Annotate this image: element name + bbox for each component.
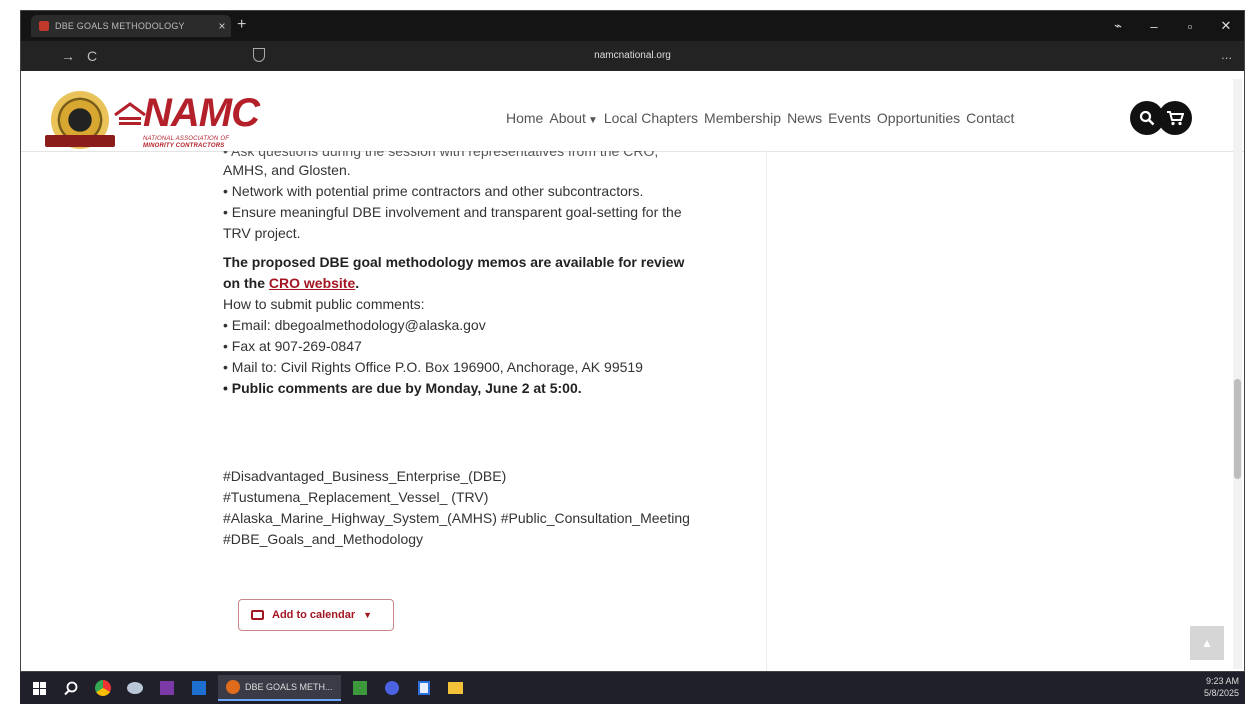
list-item: • Mail to: Civil Rights Office P.O. Box … bbox=[223, 359, 643, 375]
outlook-icon[interactable] bbox=[186, 675, 212, 701]
bullet-list-1: AMHS, and Glosten. • Network with potent… bbox=[223, 160, 682, 244]
page-scrollbar[interactable] bbox=[1233, 79, 1242, 669]
browser-extension-icon[interactable]: ⌁ bbox=[1100, 18, 1136, 34]
memo-notice-line1: The proposed DBE goal methodology memos … bbox=[223, 254, 685, 270]
list-item: AMHS, and Glosten. bbox=[223, 162, 351, 178]
hashtag: #DBE_Goals_and_Methodology bbox=[223, 531, 424, 547]
hashtag: #Alaska_Marine_Highway_System_(AMHS) #Pu… bbox=[223, 510, 690, 526]
back-to-top-button[interactable]: ▲ bbox=[1190, 626, 1224, 660]
due-date-line: • Public comments are due by Monday, Jun… bbox=[223, 380, 582, 396]
chevron-down-icon: ▼ bbox=[587, 115, 598, 126]
list-item: TRV project. bbox=[223, 225, 301, 241]
system-clock[interactable]: 9:23 AM 5/8/2025 bbox=[1204, 675, 1239, 699]
namc-logo-mark-icon[interactable] bbox=[113, 101, 147, 129]
memo-prefix: on the bbox=[223, 275, 269, 291]
nav-contact[interactable]: Contact bbox=[966, 110, 1014, 126]
taskbar-search-icon[interactable] bbox=[58, 675, 84, 701]
list-item: • Fax at 907-269-0847 bbox=[223, 338, 362, 354]
window-controls: ⌁ – ▫ ✕ bbox=[1100, 11, 1244, 41]
hashtag-list: #Disadvantaged_Business_Enterprise_(DBE)… bbox=[223, 466, 690, 550]
page-viewport: NAMC NATIONAL ASSOCIATION OF MINORITY CO… bbox=[21, 71, 1244, 671]
hashtag: #Tustumena_Replacement_Vessel_ (TRV) bbox=[223, 489, 489, 505]
browser-app-icon bbox=[226, 680, 240, 694]
taskbar-app-label: DBE GOALS METH... bbox=[245, 682, 333, 692]
windows-start-icon[interactable] bbox=[26, 675, 52, 701]
browser-menu-icon[interactable]: ... bbox=[1221, 47, 1232, 62]
close-window-button[interactable]: ✕ bbox=[1208, 18, 1244, 34]
browser-window: DBE GOALS METHODOLOGY × + ⌁ – ▫ ✕ → C na… bbox=[20, 10, 1245, 672]
photos-icon[interactable] bbox=[347, 675, 373, 701]
clock-time: 9:23 AM bbox=[1205, 676, 1239, 686]
nav-about[interactable]: About ▼ bbox=[549, 110, 598, 126]
clock-date: 5/8/2025 bbox=[1203, 688, 1239, 698]
tab-title: DBE GOALS METHODOLOGY bbox=[55, 21, 185, 31]
nav-local-chapters[interactable]: Local Chapters bbox=[604, 110, 698, 126]
add-to-calendar-button[interactable]: Add to calendar ▼ bbox=[238, 599, 394, 631]
address-bar: → C namcnational.org ... bbox=[21, 41, 1244, 71]
arrow-up-icon: ▲ bbox=[1201, 636, 1213, 650]
site-favicon-icon bbox=[39, 21, 49, 31]
new-tab-button[interactable]: + bbox=[237, 16, 246, 34]
cart-icon bbox=[1167, 111, 1184, 126]
memo-suffix: . bbox=[355, 275, 360, 291]
maximize-button[interactable]: ▫ bbox=[1172, 19, 1208, 34]
cortana-icon[interactable] bbox=[379, 675, 405, 701]
main-nav: Home About ▼ Local Chapters Membership Ne… bbox=[506, 110, 1014, 126]
url-field[interactable]: namcnational.org bbox=[21, 50, 1244, 61]
nav-membership[interactable]: Membership bbox=[704, 110, 781, 126]
minimize-button[interactable]: – bbox=[1136, 19, 1172, 34]
site-header: NAMC NATIONAL ASSOCIATION OF MINORITY CO… bbox=[21, 71, 1244, 152]
cro-website-link[interactable]: CRO website bbox=[269, 275, 355, 291]
add-to-calendar-label: Add to calendar bbox=[272, 609, 356, 621]
tab-bar: DBE GOALS METHODOLOGY × + ⌁ – ▫ ✕ bbox=[21, 11, 1244, 41]
nav-about-label: About bbox=[549, 110, 586, 126]
windows-taskbar: DBE GOALS METH... 9:23 AM 5/8/2025 bbox=[20, 672, 1245, 704]
comment-instructions: The proposed DBE goal methodology memos … bbox=[223, 252, 684, 399]
tab-close-icon[interactable]: × bbox=[213, 19, 231, 33]
namc-logo-text[interactable]: NAMC bbox=[143, 91, 260, 136]
nav-home[interactable]: Home bbox=[506, 110, 543, 126]
cart-button[interactable] bbox=[1158, 101, 1192, 135]
nav-news[interactable]: News bbox=[787, 110, 822, 126]
scrollbar-thumb[interactable] bbox=[1234, 379, 1241, 479]
file-explorer-icon[interactable] bbox=[443, 675, 469, 701]
logo-subtitle-line1: NATIONAL ASSOCIATION OF bbox=[143, 136, 230, 142]
list-item: • Network with potential prime contracto… bbox=[223, 183, 644, 199]
chrome-icon[interactable] bbox=[90, 675, 116, 701]
calendar-icon bbox=[251, 610, 264, 620]
search-icon bbox=[1139, 110, 1155, 126]
article-content: • Ask questions during the session with … bbox=[221, 151, 767, 671]
logo-subtitle-line2: MINORITY CONTRACTORS bbox=[143, 143, 225, 149]
paint-icon[interactable] bbox=[122, 675, 148, 701]
onenote-icon[interactable] bbox=[154, 675, 180, 701]
hashtag: #Disadvantaged_Business_Enterprise_(DBE) bbox=[223, 468, 507, 484]
list-item: • Email: dbegoalmethodology@alaska.gov bbox=[223, 317, 486, 333]
list-item: • Ensure meaningful DBE involvement and … bbox=[223, 204, 682, 220]
document-icon[interactable] bbox=[411, 675, 437, 701]
taskbar-app-browser[interactable]: DBE GOALS METH... bbox=[218, 675, 341, 701]
list-item: How to submit public comments: bbox=[223, 296, 425, 312]
browser-tab[interactable]: DBE GOALS METHODOLOGY × bbox=[31, 15, 231, 37]
chevron-down-icon: ▼ bbox=[363, 610, 373, 620]
seal-ribbon bbox=[45, 135, 115, 147]
nav-opportunities[interactable]: Opportunities bbox=[877, 110, 960, 126]
memo-notice-line2: on the CRO website. bbox=[223, 273, 684, 294]
nav-events[interactable]: Events bbox=[828, 110, 871, 126]
